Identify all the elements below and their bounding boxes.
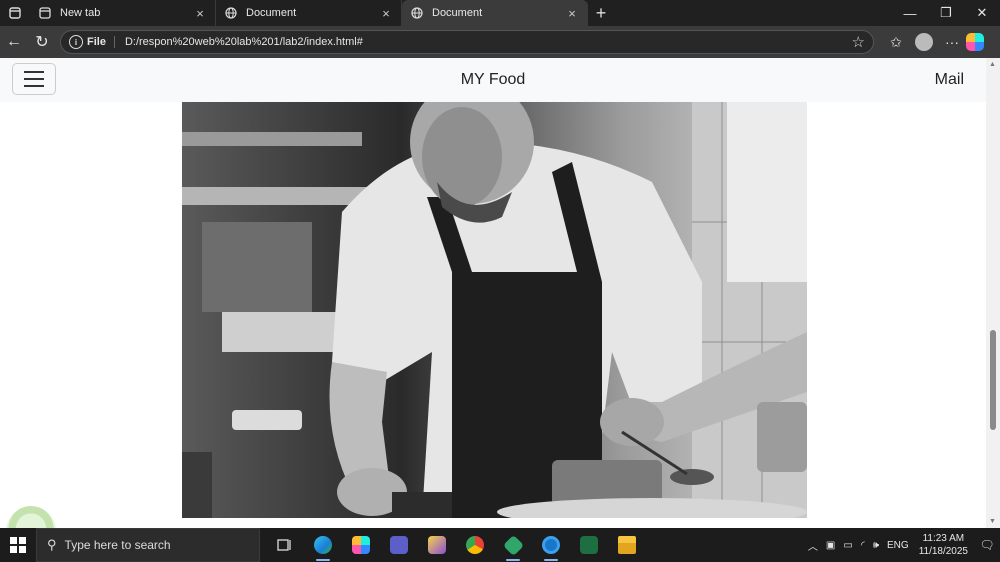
favorite-star-icon[interactable]: ☆ [852,33,865,51]
refresh-icon[interactable]: ↻ [28,28,56,56]
search-highlight-image [199,533,255,557]
browser-tab-bar: New tab × Document × Document × + — ❐ ✕ [0,0,1000,26]
tab-new-tab[interactable]: New tab × [30,0,216,26]
nav-link-mail[interactable]: Mail [935,71,964,89]
info-icon[interactable]: i [69,35,83,49]
site-brand[interactable]: MY Food [0,71,986,89]
close-tab-icon[interactable]: × [379,6,393,21]
system-tray: ︿ ▣ ▭ ◜ 🕪 ENG 11:23 AM 11/18/2025 🗨 [804,528,1000,562]
back-arrow-icon[interactable]: ← [0,28,28,56]
globe-icon [410,6,424,20]
profile-avatar[interactable] [915,33,933,51]
window-close-icon[interactable]: ✕ [964,0,1000,26]
tab-document[interactable]: Document × [216,0,402,26]
scroll-down-icon[interactable]: ▼ [989,518,996,525]
green-app-icon[interactable] [494,528,532,562]
close-tab-icon[interactable]: × [193,6,207,21]
tab-title: New tab [60,7,101,19]
show-hidden-icons-icon[interactable]: ︿ [808,538,818,553]
taskbar-apps [266,528,646,562]
edge-icon[interactable] [304,528,342,562]
clock[interactable]: 11:23 AM 11/18/2025 [919,532,968,558]
browser-toolbar: ✩ ··· [882,28,984,56]
chrome-icon[interactable] [456,528,494,562]
minimize-icon[interactable]: — [892,0,928,26]
restore-icon[interactable]: ❐ [928,0,964,26]
blue-app-icon[interactable] [532,528,570,562]
page-scrollbar[interactable]: ▲ ▼ [986,58,1000,528]
clock-date: 11/18/2025 [918,546,968,557]
file-explorer-icon[interactable] [608,528,646,562]
favorites-icon[interactable]: ✩ [882,28,910,56]
language-indicator[interactable]: ENG [887,540,909,551]
security-icon[interactable]: ▣ [826,540,835,551]
search-placeholder: Type here to search [64,538,171,552]
task-view-icon[interactable] [266,528,304,562]
teams-icon[interactable] [380,528,418,562]
copilot-icon[interactable] [966,33,984,51]
tab-title: Document [432,7,483,19]
url-text[interactable]: D:/respon%20web%20lab%201/lab2/index.htm… [125,36,852,48]
notifications-icon[interactable]: 🗨 [974,528,1000,562]
windows-start-icon[interactable] [0,528,36,562]
newtab-icon [38,6,52,20]
taskbar-search-box[interactable]: ⚲ Type here to search [36,528,260,562]
tab-title: Document [246,7,297,19]
scrollbar-thumb[interactable] [990,330,996,430]
search-icon: ⚲ [47,537,57,552]
new-tab-plus-icon[interactable]: + [588,0,614,26]
windows-taskbar: ⚲ Type here to search ︿ ▣ ▭ ◜ 🕪 ENG 11:2… [0,528,1000,562]
window-controls: — ❐ ✕ [892,0,1000,26]
tab-document-active[interactable]: Document × [402,0,588,26]
more-menu-icon[interactable]: ··· [938,28,966,56]
scroll-up-icon[interactable]: ▲ [989,61,996,68]
address-bar[interactable]: i File D:/respon%20web%20lab%201/lab2/in… [60,30,874,54]
battery-icon[interactable]: ▭ [843,540,852,551]
copilot-app-icon[interactable] [342,528,380,562]
close-tab-icon[interactable]: × [565,6,579,21]
address-bar-row: ← ↻ i File D:/respon%20web%20lab%201/lab… [0,26,1000,58]
wifi-icon[interactable]: ◜ [861,540,865,551]
excel-icon[interactable] [570,528,608,562]
site-navbar: MY Food Mail [0,58,986,102]
chef-plating-photo [182,102,807,518]
clock-time: 11:23 AM [922,533,965,544]
tab-actions-icon[interactable] [0,0,30,26]
scheme-label: File [87,36,115,48]
snipping-tool-icon[interactable] [418,528,456,562]
page-viewport: MY Food Mail [0,58,986,528]
volume-icon[interactable]: 🕪 [873,540,879,551]
globe-icon [224,6,238,20]
